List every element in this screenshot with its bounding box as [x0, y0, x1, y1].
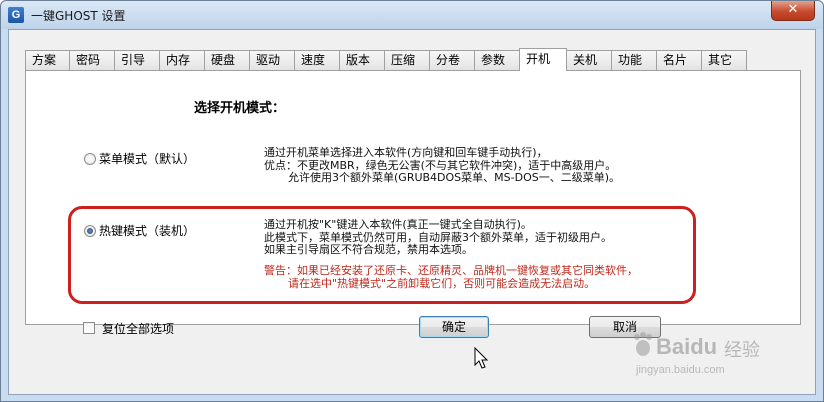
hotkey-mode-desc-line: 通过开机按"K"键进入本软件(真正一键式全自动执行)。: [264, 218, 532, 231]
tab-features[interactable]: 功能: [611, 50, 657, 70]
baidu-watermark: Baidu 经验 jingyan.baidu.com: [632, 330, 782, 380]
tab-split[interactable]: 分卷: [429, 50, 475, 70]
tab-boot[interactable]: 引导: [114, 50, 160, 70]
watermark-url: jingyan.baidu.com: [636, 364, 725, 376]
tab-shutdown[interactable]: 关机: [566, 50, 612, 70]
tab-password[interactable]: 密码: [69, 50, 115, 70]
watermark-brand: Baidu: [656, 334, 718, 359]
window-title: 一键GHOST 设置: [31, 9, 126, 23]
menu-mode-desc-line: 通过开机菜单选择进入本软件(方向键和回车键手动执行)，: [264, 146, 548, 159]
warning-line: 警告：如果已经安装了还原卡、还原精灵、品牌机一键恢复或其它同类软件，: [264, 264, 638, 277]
tab-driver[interactable]: 驱动: [249, 50, 295, 70]
tab-memory[interactable]: 内存: [159, 50, 205, 70]
tab-disk[interactable]: 硬盘: [204, 50, 250, 70]
reset-all-label[interactable]: 复位全部选项: [102, 320, 174, 337]
tab-strip: 方案 密码 引导 内存 硬盘 驱动 速度 版本 压缩 分卷 参数 开机 关机 功…: [25, 48, 805, 71]
menu-mode-label[interactable]: 菜单模式（默认）: [99, 150, 195, 167]
hotkey-mode-radio[interactable]: [84, 225, 96, 237]
warning-line: 请在选中"热键模式"之前卸载它们，否则可能会造成无法启动。: [288, 276, 596, 290]
panel-heading: 选择开机模式：: [194, 101, 286, 116]
menu-mode-description: 通过开机菜单选择进入本软件(方向键和回车键手动执行)， 优点：不更改MBR，绿色…: [264, 146, 621, 185]
title-bar[interactable]: G 一键GHOST 设置 ✕: [1, 1, 823, 29]
tab-params[interactable]: 参数: [474, 50, 520, 70]
app-icon: G: [8, 7, 24, 23]
hotkey-mode-description: 通过开机按"K"键进入本软件(真正一键式全自动执行)。 此模式下，菜单模式仍然可…: [264, 218, 612, 257]
tab-version[interactable]: 版本: [339, 50, 385, 70]
paw-icon: [634, 332, 652, 356]
reset-all-checkbox[interactable]: [83, 322, 95, 334]
tab-compress[interactable]: 压缩: [384, 50, 430, 70]
ok-button[interactable]: 确定: [419, 316, 489, 338]
tab-other[interactable]: 其它: [701, 50, 747, 70]
menu-mode-desc-line: 允许使用3个额外菜单(GRUB4DOS菜单、MS-DOS一、二级菜单)。: [288, 171, 621, 184]
tab-scheme[interactable]: 方案: [25, 50, 70, 70]
hotkey-mode-desc-line: 如果主引导扇区不符合规范，禁用本选项。: [264, 243, 473, 256]
tab-speed[interactable]: 速度: [294, 50, 340, 70]
tab-startup[interactable]: 开机: [519, 48, 567, 71]
close-button[interactable]: ✕: [771, 1, 815, 21]
startup-panel: 选择开机模式： 菜单模式（默认） 通过开机菜单选择进入本软件(方向键和回车键手动…: [25, 70, 801, 325]
menu-mode-radio[interactable]: [84, 153, 96, 165]
tab-card[interactable]: 名片: [656, 50, 702, 70]
watermark-brand-cn: 经验: [724, 340, 760, 360]
mouse-cursor-icon: [474, 347, 489, 369]
hotkey-mode-warning: 警告：如果已经安装了还原卡、还原精灵、品牌机一键恢复或其它同类软件， 请在选中"…: [264, 264, 638, 290]
hotkey-mode-label[interactable]: 热键模式（装机）: [99, 222, 195, 239]
